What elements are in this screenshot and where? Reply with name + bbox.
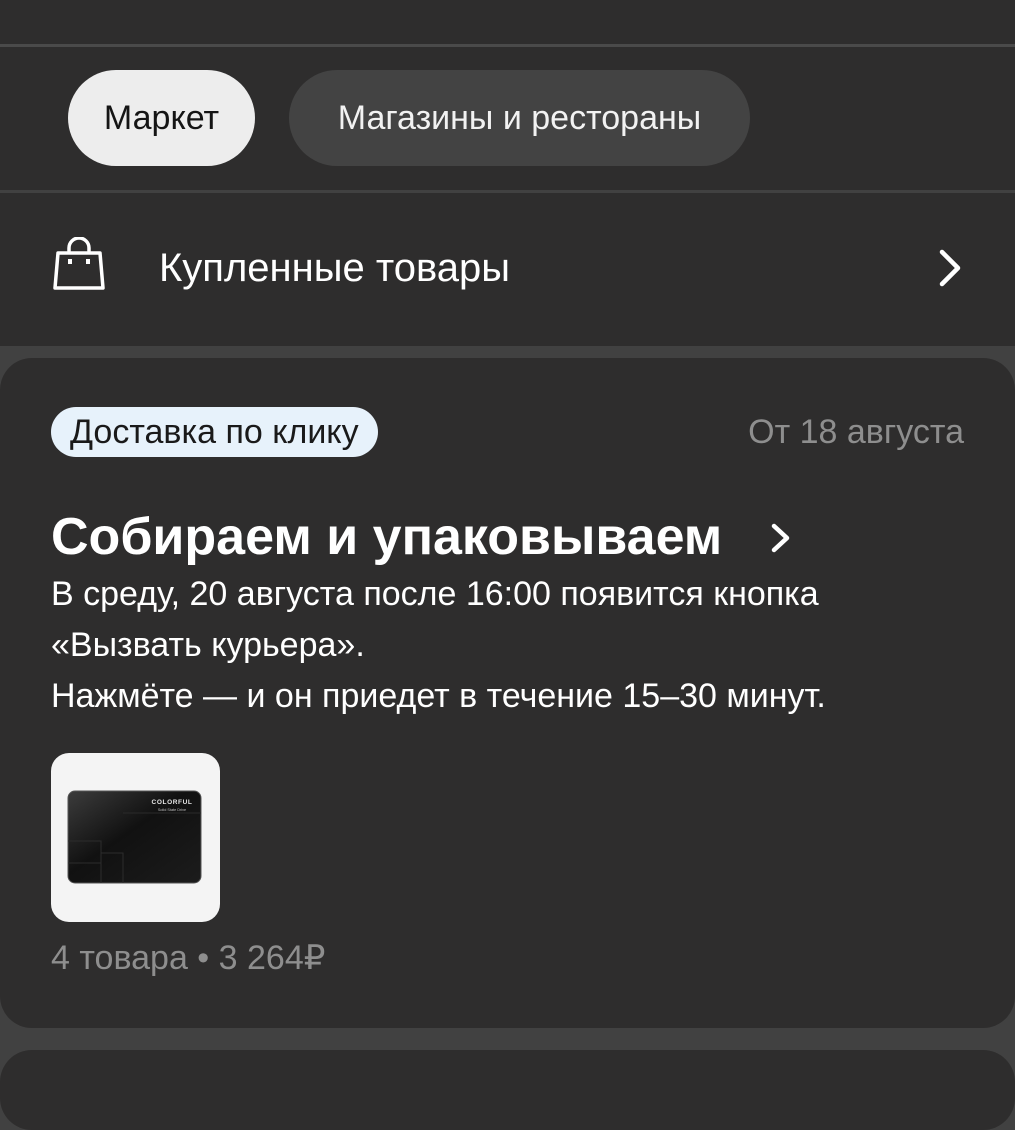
order-status-description: В среду, 20 августа после 16:00 появится… <box>51 569 981 722</box>
order-status-title[interactable]: Собираем и упаковываем <box>51 506 722 568</box>
description-line: В среду, 20 августа после 16:00 появится… <box>51 575 819 613</box>
delivery-type-badge: Доставка по клику <box>51 407 378 457</box>
order-card[interactable]: Доставка по клику От 18 августа Собираем… <box>0 358 1015 1028</box>
purchased-items-label: Купленные товары <box>159 246 510 290</box>
product-thumbnail[interactable]: COLORFUL Solid State Drive <box>51 753 220 922</box>
segment-tabs: Маркет Магазины и рестораны <box>0 47 1015 190</box>
description-line: «Вызвать курьера». <box>51 626 365 664</box>
ssd-product-image: COLORFUL Solid State Drive <box>67 790 202 884</box>
top-strip <box>0 0 1015 44</box>
chevron-right-icon[interactable] <box>766 518 796 558</box>
shopping-bag-icon <box>53 237 105 290</box>
next-order-card[interactable] <box>0 1050 1015 1130</box>
order-date: От 18 августа <box>748 413 964 451</box>
purchased-items-row[interactable]: Купленные товары <box>0 193 1015 346</box>
description-line: Нажмёте — и он приедет в течение 15–30 м… <box>51 677 826 715</box>
order-summary: 4 товара • 3 264₽ <box>51 939 326 977</box>
tab-shops-restaurants[interactable]: Магазины и рестораны <box>289 70 750 166</box>
product-brand: COLORFUL <box>152 799 193 806</box>
chevron-right-icon <box>939 249 961 287</box>
product-subtitle: Solid State Drive <box>158 808 186 812</box>
tab-market[interactable]: Маркет <box>68 70 255 166</box>
